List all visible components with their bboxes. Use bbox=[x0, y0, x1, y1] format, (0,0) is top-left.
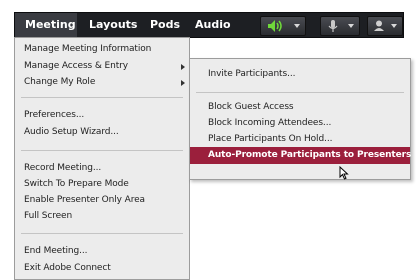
speaker-button[interactable] bbox=[260, 16, 306, 36]
menu-layouts[interactable]: Layouts bbox=[89, 13, 137, 37]
meeting-menu-dropdown: Manage Meeting Information Manage Access… bbox=[14, 37, 190, 280]
chevron-down-icon bbox=[391, 24, 397, 28]
menu-pods[interactable]: Pods bbox=[150, 13, 180, 37]
access-entry-submenu: Invite Participants... Block Guest Acces… bbox=[189, 58, 411, 180]
submenu-item-block-incoming-attendees[interactable]: Block Incoming Attendees... bbox=[208, 116, 331, 130]
menu-item-preferences[interactable]: Preferences... bbox=[24, 108, 84, 122]
camera-button[interactable] bbox=[367, 16, 403, 36]
user-camera-icon bbox=[374, 20, 384, 31]
menu-meeting[interactable]: Meeting bbox=[15, 13, 77, 37]
menu-separator bbox=[21, 150, 183, 151]
menu-audio[interactable]: Audio bbox=[195, 13, 231, 37]
speaker-icon bbox=[268, 20, 282, 32]
menu-item-full-screen[interactable]: Full Screen bbox=[24, 209, 72, 223]
submenu-item-auto-promote-participants[interactable]: Auto-Promote Participants to Presenters bbox=[208, 148, 411, 162]
microphone-icon bbox=[328, 20, 338, 32]
menu-item-record-meeting[interactable]: Record Meeting... bbox=[24, 161, 101, 175]
menu-item-change-my-role[interactable]: Change My Role bbox=[24, 75, 95, 89]
menu-item-manage-meeting-information[interactable]: Manage Meeting Information bbox=[24, 42, 151, 56]
menu-item-manage-access-entry[interactable]: Manage Access & Entry bbox=[24, 59, 128, 73]
menu-item-end-meeting[interactable]: End Meeting... bbox=[24, 244, 88, 258]
mouse-cursor-icon bbox=[339, 166, 349, 180]
submenu-item-place-participants-on-hold[interactable]: Place Participants On Hold... bbox=[208, 132, 332, 146]
menu-item-enable-presenter-only-area[interactable]: Enable Presenter Only Area bbox=[24, 193, 145, 207]
submenu-item-invite-participants[interactable]: Invite Participants... bbox=[208, 67, 295, 81]
microphone-button[interactable] bbox=[320, 16, 360, 36]
menu-separator bbox=[21, 97, 183, 98]
chevron-down-icon bbox=[348, 24, 354, 28]
menu-bar: Meeting Layouts Pods Audio bbox=[14, 12, 404, 38]
menu-item-audio-setup-wizard[interactable]: Audio Setup Wizard... bbox=[24, 125, 119, 139]
menu-separator bbox=[21, 233, 183, 234]
menu-separator bbox=[196, 92, 404, 93]
menu-item-exit-adobe-connect[interactable]: Exit Adobe Connect bbox=[24, 261, 111, 275]
menu-item-switch-to-prepare-mode[interactable]: Switch To Prepare Mode bbox=[24, 177, 129, 191]
chevron-down-icon bbox=[294, 24, 300, 28]
submenu-arrow-icon bbox=[181, 64, 185, 70]
submenu-item-block-guest-access[interactable]: Block Guest Access bbox=[208, 100, 294, 114]
submenu-arrow-icon bbox=[181, 80, 185, 86]
